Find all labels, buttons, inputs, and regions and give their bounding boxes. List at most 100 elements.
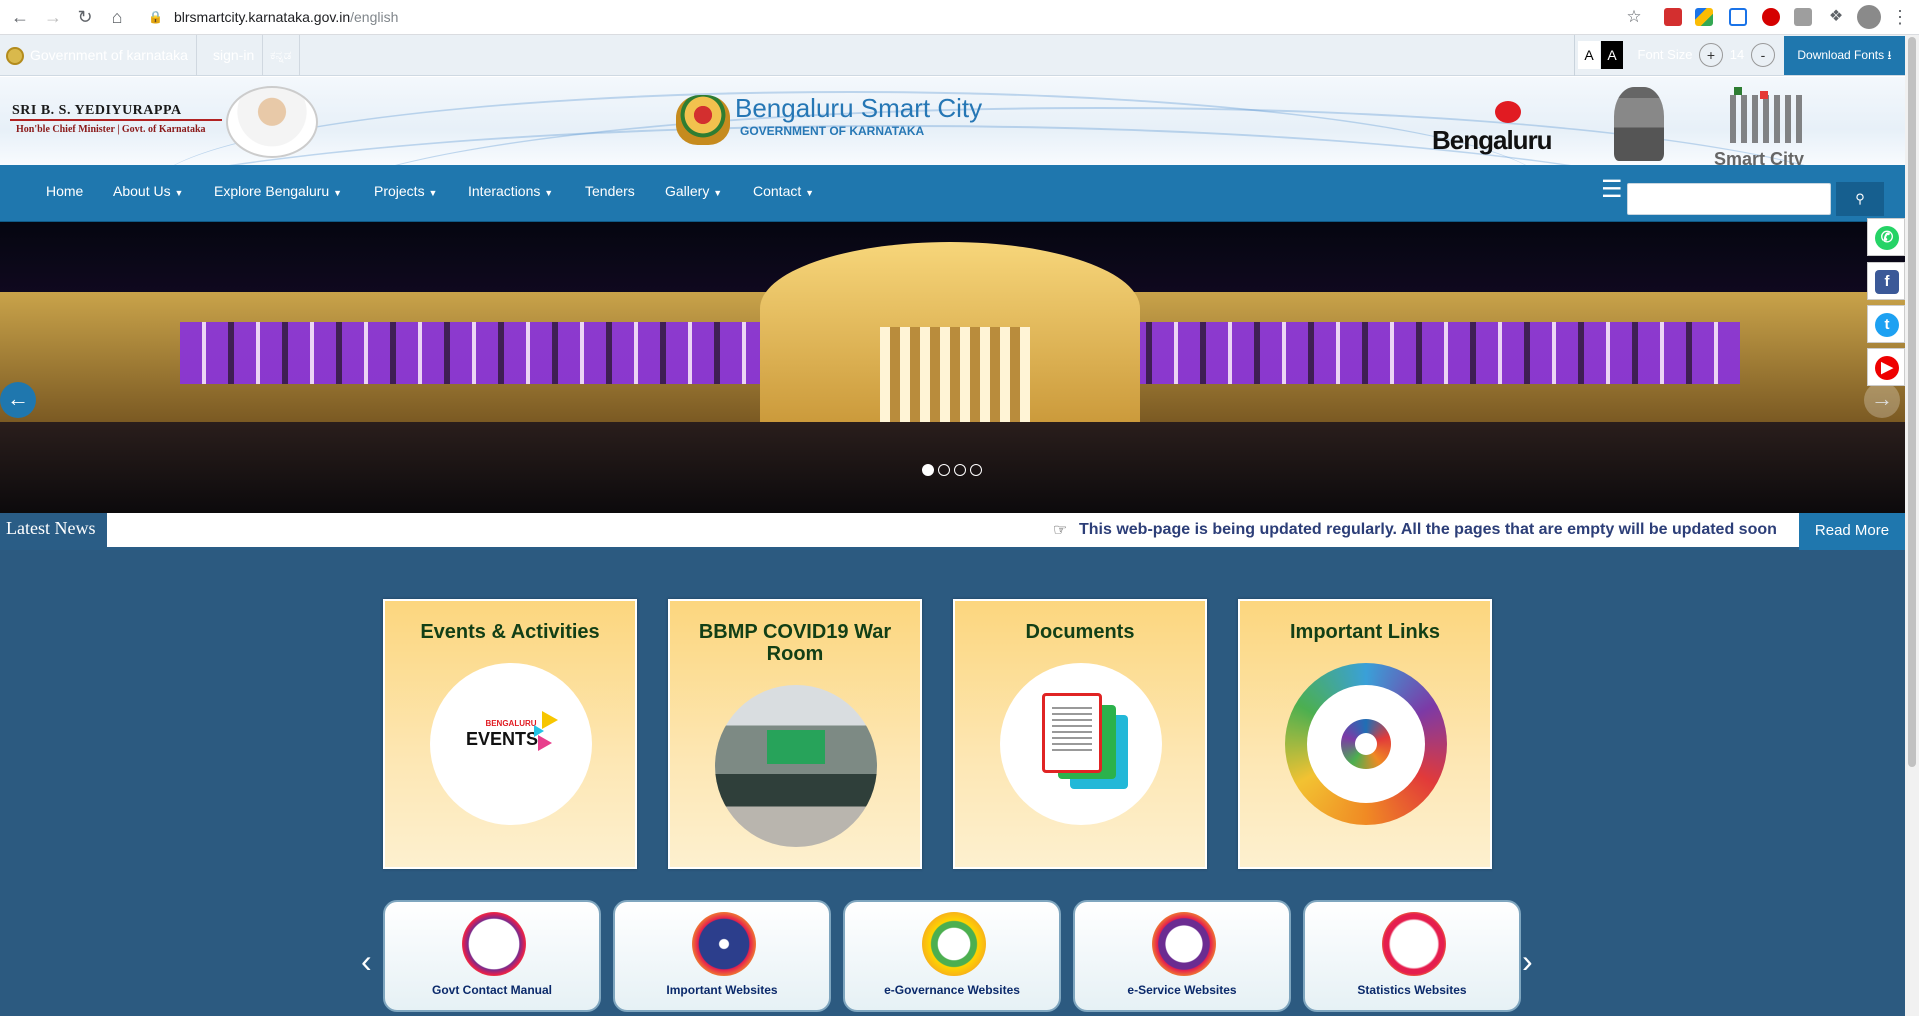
important-links-card[interactable]: Important Links bbox=[1238, 599, 1492, 869]
extensions-puzzle-icon[interactable]: ❖ bbox=[1825, 6, 1847, 28]
phone-book-icon bbox=[462, 912, 526, 976]
smart-city-logo: Smart City bbox=[1714, 149, 1805, 165]
carousel-prev-arrow-icon[interactable]: ← bbox=[0, 382, 36, 418]
nav-explore-bengaluru[interactable]: Explore Bengaluru ▼ bbox=[214, 165, 342, 222]
read-more-button[interactable]: Read More bbox=[1799, 513, 1905, 550]
hero-carousel: ← → bbox=[0, 222, 1905, 513]
tiles-next-arrow-icon[interactable]: › bbox=[1522, 943, 1533, 980]
nav-contact[interactable]: Contact ▼ bbox=[753, 165, 814, 222]
reload-icon[interactable]: ↻ bbox=[74, 6, 96, 28]
extension-icon-gray[interactable] bbox=[1794, 8, 1812, 26]
back-icon[interactable]: ← bbox=[9, 6, 31, 28]
twitter-button[interactable]: t bbox=[1867, 305, 1905, 343]
browser-menu-icon[interactable]: ⋮ bbox=[1889, 6, 1911, 28]
card-title: Events & Activities bbox=[420, 621, 600, 643]
extension-icon-red[interactable] bbox=[1664, 8, 1682, 26]
site-subtitle: GOVERNMENT OF KARNATAKA bbox=[740, 124, 925, 138]
hamburger-menu-icon[interactable]: ☰ bbox=[1601, 178, 1623, 202]
news-message[interactable]: This web-page is being updated regularly… bbox=[1079, 521, 1777, 539]
statistics-websites-tile[interactable]: Statistics Websites bbox=[1303, 900, 1521, 1012]
scrollbar-thumb[interactable] bbox=[1908, 37, 1916, 767]
content-section: Events & Activities BENGALURU EVENTS BBM… bbox=[0, 550, 1905, 1016]
nav-projects[interactable]: Projects ▼ bbox=[374, 165, 437, 222]
site-title: Bengaluru Smart City bbox=[735, 93, 983, 123]
drive-icon[interactable] bbox=[1695, 8, 1713, 26]
card-title: BBMP COVID19 War Room bbox=[698, 621, 892, 665]
search-input[interactable] bbox=[1627, 183, 1831, 215]
tile-label: Important Websites bbox=[666, 983, 778, 997]
bengaluru-logo: Bengaluru bbox=[1432, 125, 1553, 155]
font-decrease-button[interactable]: - bbox=[1751, 43, 1775, 67]
normal-contrast-button[interactable]: A bbox=[1578, 41, 1600, 69]
covid-war-room-card[interactable]: BBMP COVID19 War Room bbox=[668, 599, 922, 869]
font-increase-button[interactable]: + bbox=[1699, 43, 1723, 67]
nav-label: Explore Bengaluru bbox=[214, 183, 330, 199]
address-bar[interactable]: 🔒 blrsmartcity.karnataka.gov.in/english bbox=[142, 3, 1642, 32]
high-contrast-button[interactable]: A bbox=[1601, 41, 1623, 69]
foreground-trees bbox=[0, 422, 1905, 513]
important-websites-tile[interactable]: Important Websites bbox=[613, 900, 831, 1012]
e-governance-websites-tile[interactable]: e-Governance Websites bbox=[843, 900, 1061, 1012]
vertical-scrollbar[interactable] bbox=[1905, 35, 1919, 1016]
tile-label: Statistics Websites bbox=[1357, 983, 1467, 997]
ceg-icon bbox=[922, 912, 986, 976]
youtube-icon: ▶ bbox=[1875, 356, 1899, 380]
smart-city-logo-mark bbox=[1730, 95, 1802, 143]
download-fonts-button[interactable]: Download Fonts ⭳ bbox=[1784, 36, 1905, 75]
bookmark-star-icon[interactable]: ☆ bbox=[1623, 6, 1645, 28]
carousel-dot[interactable] bbox=[970, 464, 982, 476]
carousel-dot[interactable] bbox=[938, 464, 950, 476]
documents-card[interactable]: Documents bbox=[953, 599, 1207, 869]
nav-label: Tenders bbox=[585, 183, 635, 199]
home-icon[interactable]: ⌂ bbox=[106, 6, 128, 28]
extension-icon-window[interactable] bbox=[1729, 8, 1747, 26]
events-triangle-cyan bbox=[534, 725, 544, 737]
war-room-screen bbox=[767, 730, 825, 764]
nav-label: Interactions bbox=[468, 183, 541, 199]
nav-home[interactable]: Home bbox=[46, 165, 83, 222]
national-emblem bbox=[1614, 87, 1664, 161]
carousel-dot-active[interactable] bbox=[922, 464, 934, 476]
sign-in-link[interactable]: sign-in bbox=[205, 35, 264, 76]
events-triangle-yellow bbox=[542, 711, 558, 729]
whatsapp-button[interactable]: ✆ bbox=[1867, 218, 1905, 256]
central-columns bbox=[880, 327, 1030, 432]
events-triangle-pink bbox=[538, 735, 552, 751]
kannada-language-link[interactable]: ಕನ್ನಡ bbox=[262, 35, 301, 76]
important-links-image bbox=[1285, 663, 1447, 825]
tile-label: e-Service Websites bbox=[1127, 983, 1237, 997]
nav-gallery[interactable]: Gallery ▼ bbox=[665, 165, 722, 222]
events-activities-card[interactable]: Events & Activities BENGALURU EVENTS bbox=[383, 599, 637, 869]
nav-label: About Us bbox=[113, 183, 171, 199]
card-title: Documents bbox=[1025, 621, 1135, 643]
main-navigation: Home About Us ▼ Explore Bengaluru ▼ Proj… bbox=[0, 165, 1905, 222]
facebook-icon: f bbox=[1875, 270, 1899, 294]
government-top-bar: Government of karnataka sign-in ಕನ್ನಡ A … bbox=[0, 35, 1905, 76]
tiles-prev-arrow-icon[interactable]: ‹ bbox=[361, 943, 372, 980]
profile-avatar[interactable] bbox=[1857, 5, 1881, 29]
download-icon: ⭳ bbox=[1887, 48, 1892, 62]
site-header: SRI B. S. YEDIYURAPPA Hon'ble Chief Mini… bbox=[0, 77, 1905, 165]
e-service-websites-tile[interactable]: e-Service Websites bbox=[1073, 900, 1291, 1012]
caret-down-icon: ▼ bbox=[713, 188, 723, 198]
font-size-value: 14 bbox=[1729, 47, 1745, 62]
search-button[interactable]: ⚲ bbox=[1836, 182, 1884, 216]
caret-down-icon: ▼ bbox=[174, 188, 184, 198]
govt-contact-manual-tile[interactable]: Govt Contact Manual bbox=[383, 900, 601, 1012]
facebook-button[interactable]: f bbox=[1867, 262, 1905, 300]
youtube-button[interactable]: ▶ bbox=[1867, 348, 1905, 386]
nav-tenders[interactable]: Tenders bbox=[585, 165, 635, 222]
tile-label: e-Governance Websites bbox=[884, 983, 1020, 997]
tile-label: Govt Contact Manual bbox=[431, 983, 552, 997]
newspaper-icon bbox=[1382, 912, 1446, 976]
nav-interactions[interactable]: Interactions ▼ bbox=[468, 165, 553, 222]
nav-about-us[interactable]: About Us ▼ bbox=[113, 165, 183, 222]
opera-icon[interactable] bbox=[1762, 8, 1780, 26]
carousel-dot[interactable] bbox=[954, 464, 966, 476]
caret-down-icon: ▼ bbox=[333, 188, 342, 198]
government-of-karnataka-link[interactable]: Government of karnataka bbox=[22, 35, 197, 76]
carousel-next-arrow-icon[interactable]: → bbox=[1864, 382, 1900, 418]
forward-icon[interactable]: → bbox=[42, 6, 64, 28]
twitter-icon: t bbox=[1875, 313, 1899, 337]
pointing-hand-icon: ☞ bbox=[1053, 522, 1068, 539]
